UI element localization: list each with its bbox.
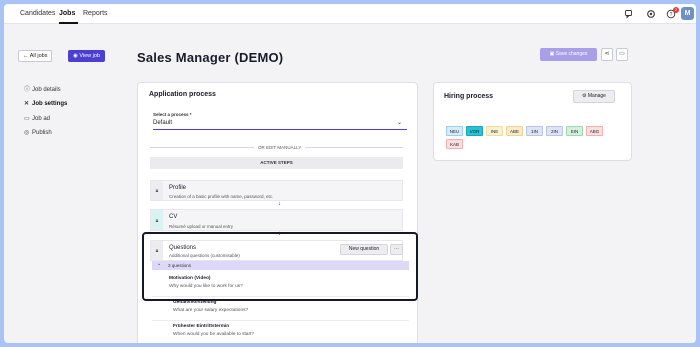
globe-icon: ◎	[24, 130, 30, 136]
sidebar-item-job-details[interactable]: ⓘ Job details	[24, 86, 61, 95]
divider-right	[305, 147, 403, 148]
stage-chip-vor[interactable]: VOR	[466, 126, 483, 136]
question-title[interactable]: Frühester Eintrittstermin	[173, 324, 229, 329]
nav-jobs[interactable]: Jobs	[59, 10, 75, 17]
app-window: Candidates Jobs Reports ? 2 M ← All jobs…	[4, 4, 696, 343]
process-select[interactable]: Default	[153, 120, 172, 126]
stage-chip-1in[interactable]: 1IN	[526, 126, 543, 136]
chat-icon[interactable]	[624, 9, 634, 19]
duplicate-button[interactable]: ▭	[616, 48, 628, 61]
stage-chip-kab[interactable]: KAB	[446, 139, 463, 149]
sidebar-item-job-ad[interactable]: ▭ Job ad	[24, 115, 50, 124]
gear-icon[interactable]	[646, 9, 656, 19]
notification-badge: 2	[673, 7, 679, 13]
stage-chip-neu[interactable]: NEU	[446, 126, 463, 136]
sidebar-item-label: Job settings	[32, 101, 68, 107]
lock-icon: 🔒︎	[155, 188, 159, 194]
sidebar-item-publish[interactable]: ◎ Publish	[24, 129, 52, 138]
application-process-title: Application process	[149, 91, 216, 98]
sidebar-item-label: Job details	[32, 87, 61, 93]
sidebar-item-label: Job ad	[32, 116, 51, 122]
edit-manually-divider: OR EDIT MANUALLY	[258, 145, 302, 150]
question-description: When would you be available to start?	[173, 332, 255, 337]
wrench-icon: ✕	[24, 101, 30, 107]
stage-chip-ine[interactable]: INE	[486, 126, 503, 136]
active-steps-header: ACTIVE STEPS	[150, 157, 403, 169]
stage-chip-2in[interactable]: 2IN	[546, 126, 563, 136]
all-jobs-button[interactable]: ← All jobs	[18, 50, 53, 62]
step-title: Profile	[169, 185, 187, 191]
nav-reports[interactable]: Reports	[83, 10, 108, 17]
all-jobs-label: All jobs	[29, 53, 48, 59]
stage-chip-abe[interactable]: ABE	[506, 126, 523, 136]
question-description: What are your salary expectations?	[173, 308, 249, 313]
arrow-left-icon: ←	[23, 53, 30, 59]
stage-chip-ein[interactable]: EIN	[566, 126, 583, 136]
select-underline	[153, 129, 407, 130]
share-button[interactable]: ⋖	[601, 48, 613, 61]
top-navigation-bar: Candidates Jobs Reports ? 2 M	[4, 4, 696, 24]
svg-text:?: ?	[670, 12, 673, 18]
copy-icon: ▭	[619, 51, 625, 57]
nav-active-indicator	[59, 22, 78, 24]
save-changes-button[interactable]: ▣ Save changes	[540, 48, 597, 61]
select-process-label: Select a process *	[153, 112, 192, 117]
step-cv[interactable]: 🔒︎ CV Résumé upload or manual entry	[150, 209, 403, 231]
view-job-button[interactable]: ◉ View job	[68, 50, 106, 62]
step-description: Creation of a basic profile with name, p…	[169, 194, 274, 199]
share-icon: ⋖	[604, 51, 610, 57]
step-description: Résumé upload or manual entry	[169, 224, 234, 229]
step-profile[interactable]: 🔒︎ Profile Creation of a basic profile w…	[150, 180, 403, 201]
stage-chip-abg[interactable]: ABG	[586, 126, 603, 136]
chevron-down-icon[interactable]: ⌄	[397, 119, 402, 126]
lock-icon: 🔒︎	[155, 218, 159, 224]
user-avatar[interactable]: M	[681, 7, 694, 20]
sidebar-item-job-settings[interactable]: ✕ Job settings	[24, 100, 67, 109]
page-title: Sales Manager (DEMO)	[137, 50, 284, 65]
info-icon: ⓘ	[24, 87, 31, 93]
manage-label: Manage	[587, 93, 606, 99]
focus-highlight	[142, 232, 418, 301]
hiring-process-title: Hiring process	[444, 93, 494, 100]
view-job-label: View job	[79, 53, 101, 59]
divider-left	[150, 147, 254, 148]
row-divider	[152, 320, 409, 321]
arrow-down-icon: ↓	[278, 201, 281, 207]
document-icon: ▭	[24, 116, 30, 122]
nav-candidates[interactable]: Candidates	[20, 10, 55, 17]
step-title: CV	[169, 214, 178, 220]
save-changes-label: Save changes	[555, 51, 588, 57]
manage-button[interactable]: ⚙ Manage	[573, 90, 615, 103]
sidebar-item-label: Publish	[32, 130, 52, 136]
